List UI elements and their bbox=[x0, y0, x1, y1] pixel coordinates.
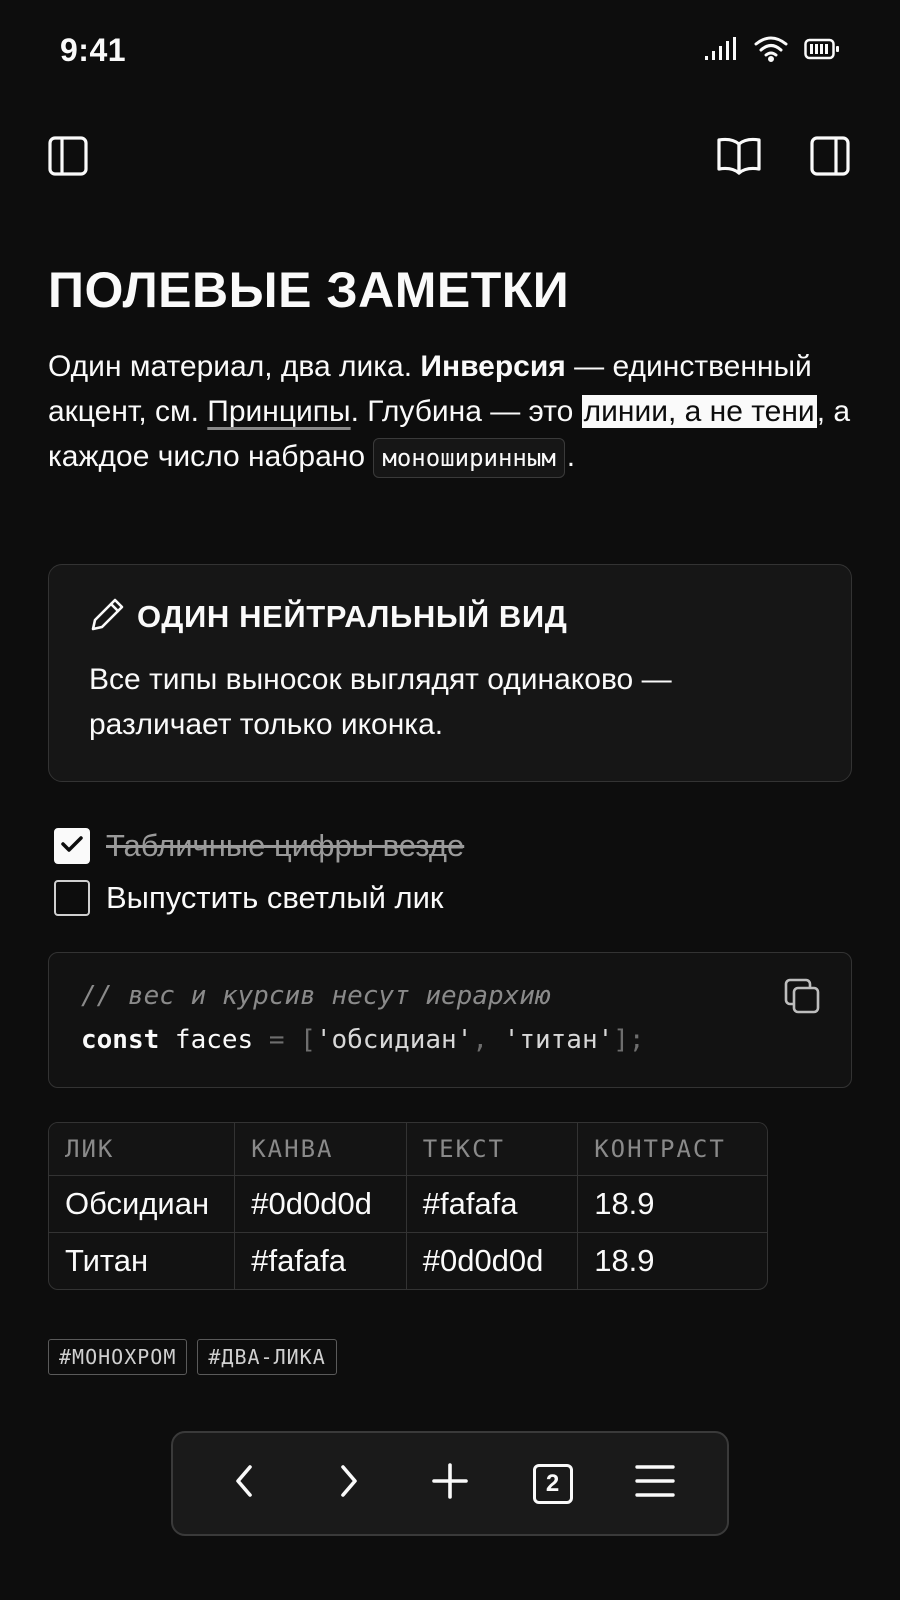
column-header: ТЕКСТ bbox=[406, 1123, 579, 1176]
code-comment: // вес и курсив несут иерархию bbox=[81, 981, 551, 1011]
copy-icon bbox=[782, 976, 822, 1020]
tag-monochrome[interactable]: #МОНОХРОМ bbox=[48, 1339, 188, 1375]
battery-icon bbox=[804, 38, 840, 65]
sidebar-left-icon bbox=[47, 135, 89, 182]
status-time: 9:41 bbox=[60, 32, 127, 68]
data-table: ЛИК КАНВА ТЕКСТ КОНТРАСТ Обсидиан #0d0d0… bbox=[48, 1122, 768, 1290]
code-identifier: faces bbox=[159, 1025, 269, 1055]
table-cell: Обсидиан bbox=[49, 1175, 236, 1233]
table-cell: #fafafa bbox=[234, 1232, 407, 1289]
sidebar-right-icon bbox=[809, 135, 851, 182]
code-string: 'титан' bbox=[503, 1025, 614, 1055]
principles-link[interactable]: Принципы bbox=[207, 395, 350, 428]
task-label: Табличные цифры везде bbox=[106, 828, 465, 863]
task-label: Выпустить светлый лик bbox=[106, 880, 444, 915]
chevron-right-icon bbox=[333, 1463, 363, 1504]
task-checkbox[interactable] bbox=[54, 880, 90, 916]
sidebar-left-button[interactable] bbox=[46, 135, 90, 182]
checkmark-icon bbox=[60, 834, 84, 859]
callout-title: ОДИН НЕЙТРАЛЬНЫЙ ВИД bbox=[137, 598, 568, 634]
bottom-nav-bar: 2 bbox=[171, 1431, 729, 1536]
tab-count: 2 bbox=[532, 1463, 573, 1504]
para-bold: Инверсия bbox=[420, 350, 566, 383]
task-item: Выпустить светлый лик bbox=[54, 872, 464, 924]
table-header-row: ЛИК КАНВА ТЕКСТ КОНТРАСТ bbox=[49, 1123, 767, 1176]
reading-mode-button[interactable] bbox=[717, 136, 761, 180]
table-cell: Титан bbox=[49, 1232, 236, 1289]
page-title: ПОЛЕВЫЕ ЗАМЕТКИ bbox=[48, 262, 570, 318]
top-toolbar bbox=[0, 135, 900, 188]
book-open-icon bbox=[716, 135, 762, 182]
back-button[interactable] bbox=[217, 1456, 273, 1512]
tag-two-faces[interactable]: #ДВА-ЛИКА bbox=[197, 1339, 337, 1375]
table-cell: 18.9 bbox=[577, 1175, 767, 1233]
code-string: 'обсидиан' bbox=[315, 1025, 473, 1055]
table-row: Обсидиан #0d0d0d #fafafa 18.9 bbox=[49, 1175, 767, 1233]
status-bar: 9:41 bbox=[0, 0, 900, 104]
table-cell: #fafafa bbox=[406, 1175, 579, 1233]
chevron-left-icon bbox=[230, 1463, 260, 1504]
intro-paragraph: Один материал, два лика. Инверсия — един… bbox=[48, 344, 852, 481]
wifi-icon bbox=[754, 36, 788, 67]
copy-code-button[interactable] bbox=[781, 977, 823, 1019]
task-checkbox-checked[interactable] bbox=[54, 828, 90, 864]
note-content: ПОЛЕВЫЕ ЗАМЕТКИ Один материал, два лика.… bbox=[48, 258, 852, 1375]
code-operator: = bbox=[268, 1025, 301, 1055]
menu-icon bbox=[634, 1463, 676, 1504]
menu-button[interactable] bbox=[627, 1456, 683, 1512]
column-header: КАНВА bbox=[234, 1123, 407, 1176]
tabs-button[interactable]: 2 bbox=[525, 1456, 581, 1512]
table-cell: 18.9 bbox=[594, 1242, 655, 1278]
code-line: const faces = ['обсидиан', 'титан']; bbox=[81, 1025, 645, 1055]
signal-icon bbox=[704, 37, 738, 66]
code-punctuation: , bbox=[472, 1025, 504, 1055]
table-row: Титан #fafafa #0d0d0d 18.9 bbox=[49, 1232, 767, 1289]
code-punctuation: [ bbox=[300, 1025, 316, 1055]
para-text: Один материал, два лика. bbox=[48, 350, 421, 383]
status-icons bbox=[704, 36, 840, 67]
code-punctuation: ]; bbox=[613, 1025, 645, 1055]
pencil-icon bbox=[89, 595, 127, 638]
column-header: ЛИК bbox=[49, 1123, 236, 1176]
code-keyword: const bbox=[81, 1025, 160, 1055]
task-item: Табличные цифры везде bbox=[54, 820, 464, 872]
plus-icon bbox=[431, 1462, 469, 1505]
forward-button[interactable] bbox=[320, 1456, 376, 1512]
new-tab-button[interactable] bbox=[422, 1456, 478, 1512]
callout-body: Все типы выносок выглядят одинаково — ра… bbox=[89, 663, 672, 741]
callout-header: ОДИН НЕЙТРАЛЬНЫЙ ВИД bbox=[89, 595, 568, 638]
callout: ОДИН НЕЙТРАЛЬНЫЙ ВИД Все типы выносок вы… bbox=[48, 564, 852, 782]
para-text: . Глубина — это bbox=[350, 395, 582, 428]
para-text: . bbox=[566, 440, 576, 473]
column-header: КОНТРАСТ bbox=[577, 1123, 767, 1176]
code-block: // вес и курсив несут иерархию const fac… bbox=[48, 952, 852, 1088]
tag-list: #МОНОХРОМ #ДВА-ЛИКА bbox=[48, 1339, 337, 1375]
para-highlight: линии, а не тени bbox=[581, 395, 817, 428]
sidebar-right-button[interactable] bbox=[808, 135, 852, 182]
table-cell: #0d0d0d bbox=[406, 1232, 579, 1289]
task-list: Табличные цифры везде Выпустить светлый … bbox=[54, 820, 464, 924]
inline-code: моноширинным bbox=[373, 438, 565, 478]
table-cell: #0d0d0d bbox=[234, 1175, 407, 1233]
